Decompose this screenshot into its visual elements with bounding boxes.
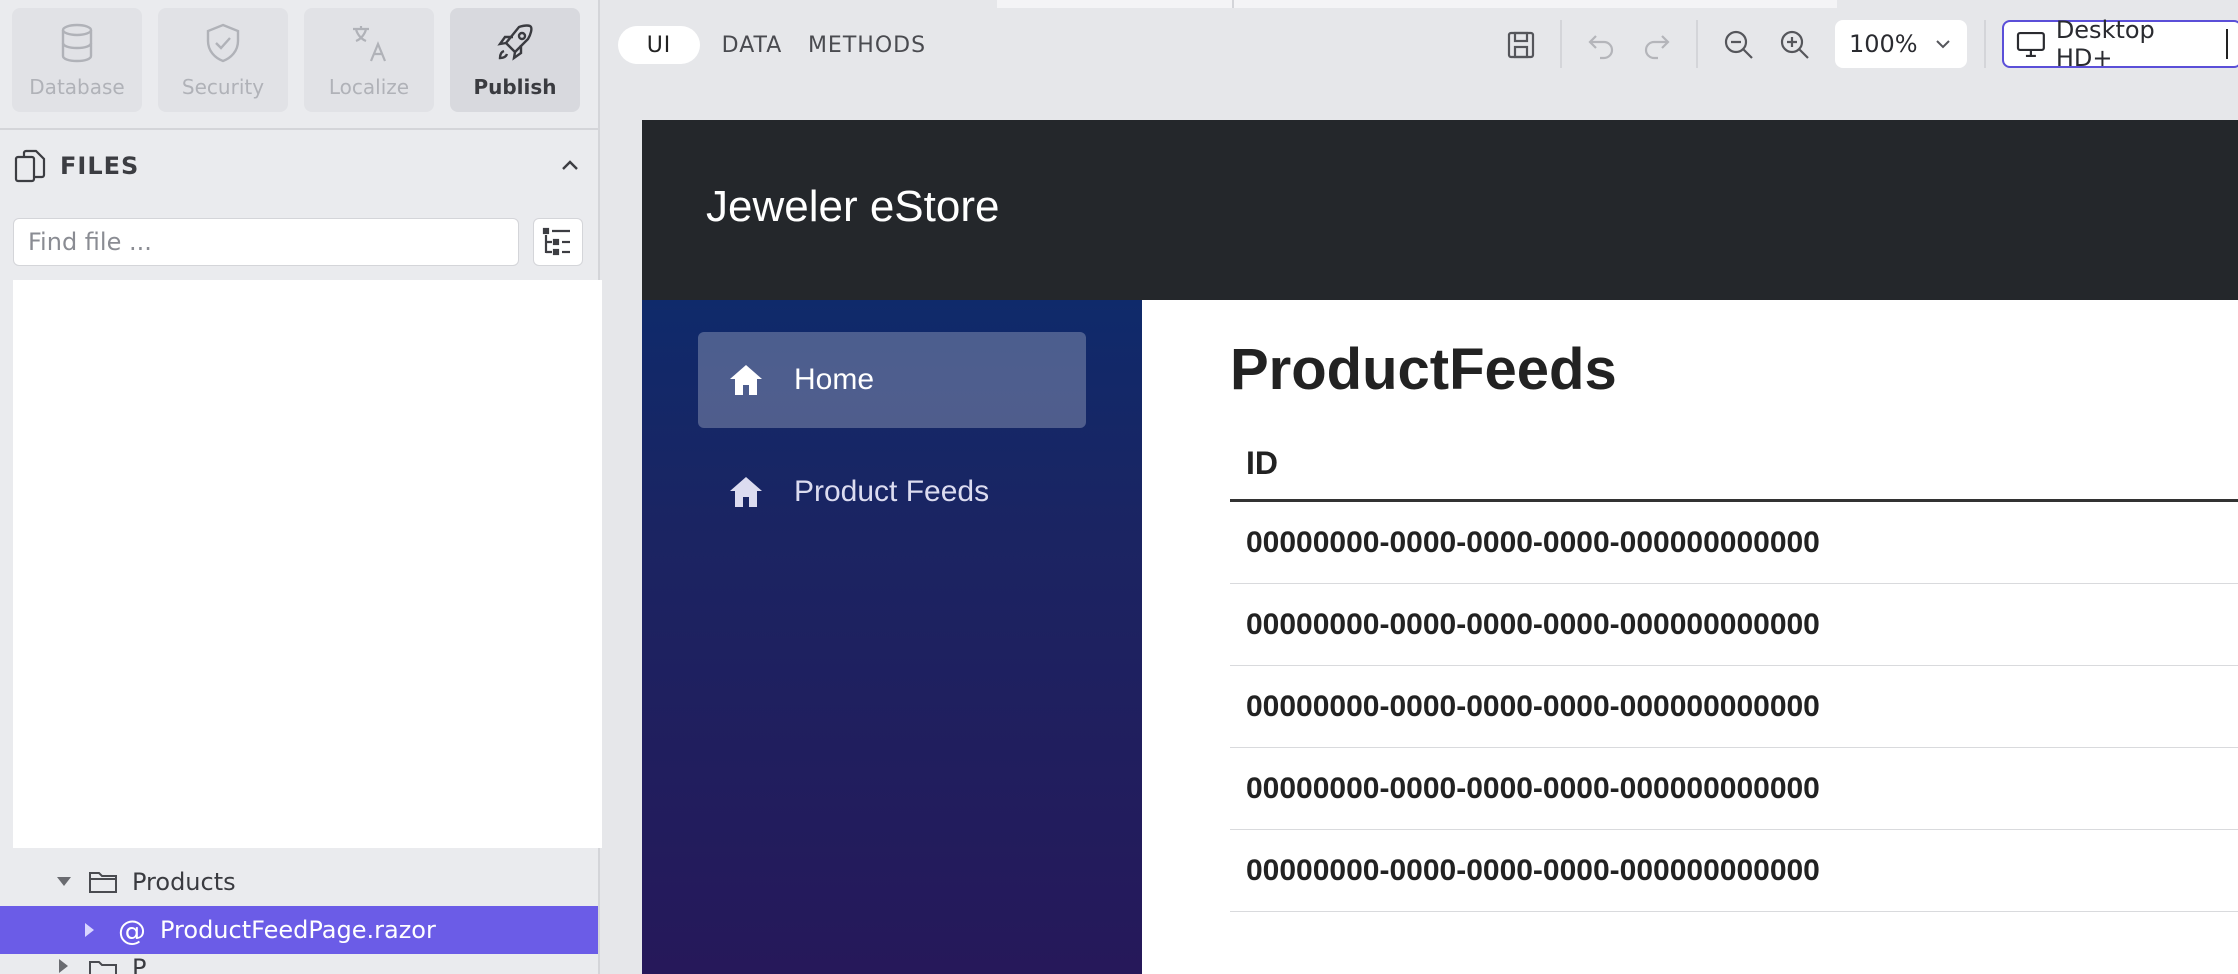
files-icon	[14, 149, 46, 183]
tree-folder-label: Products	[132, 868, 236, 896]
chevron-up-icon[interactable]	[556, 152, 584, 180]
save-button[interactable]	[1504, 28, 1538, 62]
tab-ui[interactable]: UI	[618, 26, 700, 64]
design-canvas[interactable]: Jeweler eStore Home Product Feeds Produc…	[602, 80, 2238, 974]
top-tools: Database Security Localize Publish	[12, 8, 580, 112]
zoom-in-button[interactable]	[1778, 28, 1812, 62]
caret-right-icon[interactable]	[78, 918, 102, 942]
shield-icon	[206, 23, 240, 63]
file-tree-area[interactable]	[13, 280, 615, 848]
security-tool-button[interactable]: Security	[158, 8, 288, 112]
app-main: ProductFeeds ID 00000000-0000-0000-0000-…	[1142, 300, 2238, 974]
zoom-value: 100%	[1849, 30, 1918, 58]
tree-view-button[interactable]	[533, 218, 583, 266]
find-file-input[interactable]	[13, 218, 519, 266]
razor-file-icon: @	[118, 913, 146, 947]
publish-tool-label: Publish	[473, 75, 557, 99]
tree-file-label: ProductFeedPage.razor	[160, 916, 436, 944]
folder-icon	[89, 872, 117, 893]
files-header: FILES	[14, 148, 584, 184]
redo-button[interactable]	[1640, 28, 1674, 62]
product-feeds-table[interactable]: ID 00000000-0000-0000-0000-000000000000 …	[1230, 428, 2238, 912]
app-header: Jeweler eStore	[642, 120, 2238, 300]
nav-item-label-2: Product Feeds	[794, 475, 990, 508]
page-title[interactable]: ProductFeeds	[1230, 336, 1617, 403]
translate-icon	[353, 26, 387, 62]
caret-down-icon[interactable]	[52, 870, 76, 894]
localize-tool-button[interactable]: Localize	[304, 8, 434, 112]
redo-icon	[1644, 35, 1670, 60]
table-row[interactable]: 00000000-0000-0000-0000-000000000000	[1230, 830, 2238, 912]
table-row[interactable]: 00000000-0000-0000-0000-000000000000	[1230, 502, 2238, 584]
security-tool-label: Security	[181, 75, 265, 99]
app-preview-frame: Jeweler eStore Home Product Feeds Produc…	[642, 120, 2238, 974]
folder-icon-2	[89, 961, 117, 974]
zoom-in-icon	[1780, 30, 1809, 59]
tree-folder-next-label: P	[132, 954, 147, 974]
monitor-icon	[2016, 31, 2045, 58]
publish-tool-button[interactable]: Publish	[450, 8, 580, 112]
table-row[interactable]: 00000000-0000-0000-0000-000000000000	[1230, 666, 2238, 748]
chevron-down-icon	[1936, 40, 1950, 49]
tree-file-selected[interactable]: @ ProductFeedPage.razor	[0, 906, 598, 954]
toolbar-separator-3	[1984, 20, 1986, 68]
zoom-out-icon	[1724, 30, 1753, 59]
database-icon	[61, 23, 93, 63]
undo-button[interactable]	[1584, 28, 1618, 62]
home-icon	[730, 365, 762, 395]
home-icon-2	[730, 477, 762, 507]
left-panel: Database Security Localize Publish FILES…	[0, 0, 615, 974]
table-row[interactable]: 00000000-0000-0000-0000-000000000000	[1230, 584, 2238, 666]
zoom-out-button[interactable]	[1722, 28, 1756, 62]
toolbar-topline	[997, 0, 1837, 8]
text-cursor	[2226, 29, 2228, 59]
undo-icon	[1588, 35, 1614, 60]
panel-divider	[0, 128, 600, 130]
nav-item-product-feeds[interactable]: Product Feeds	[698, 444, 1086, 540]
files-title: FILES	[60, 152, 140, 180]
zoom-select[interactable]: 100%	[1835, 20, 1967, 68]
nav-item-label: Home	[794, 363, 875, 396]
tree-folder-next[interactable]: P	[0, 954, 598, 974]
toolbar-separator-1	[1560, 20, 1562, 68]
toolbar-topline-mark	[1232, 0, 1234, 8]
tree-list-icon	[542, 227, 570, 256]
tab-methods[interactable]: METHODS	[808, 26, 925, 64]
table-header-id: ID	[1230, 428, 2238, 502]
table-row[interactable]: 00000000-0000-0000-0000-000000000000	[1230, 748, 2238, 830]
app-title[interactable]: Jeweler eStore	[706, 182, 999, 232]
save-icon	[1507, 31, 1535, 59]
toolbar-separator-2	[1696, 20, 1698, 68]
database-tool-label: Database	[29, 75, 125, 99]
localize-tool-label: Localize	[328, 75, 410, 99]
app-sidebar: Home Product Feeds	[642, 300, 1142, 974]
nav-item-home[interactable]: Home	[698, 332, 1086, 428]
rocket-icon	[497, 24, 533, 61]
database-tool-button[interactable]: Database	[12, 8, 142, 112]
designer-toolbar: UI DATA METHODS 100% Desktop HD+	[602, 0, 2238, 80]
tree-folder-products[interactable]: Products	[0, 858, 598, 906]
device-select[interactable]: Desktop HD+	[2002, 16, 2238, 72]
device-value: Desktop HD+	[2055, 16, 2155, 72]
caret-right-icon-2[interactable]	[52, 954, 76, 974]
tab-data[interactable]: DATA	[720, 26, 784, 64]
